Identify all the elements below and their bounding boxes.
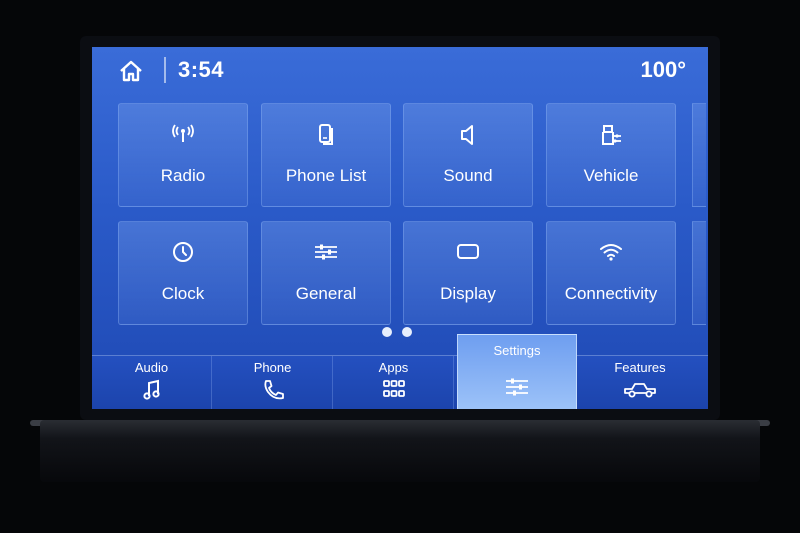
- speaker-icon: [453, 122, 483, 150]
- tile-label: Connectivity: [564, 284, 658, 303]
- nav-label: Apps: [378, 360, 409, 375]
- tile-label: Clock: [161, 284, 205, 303]
- tile-label: Sound: [443, 166, 493, 185]
- tile-general[interactable]: General: [261, 221, 391, 325]
- nav-label: Settings: [493, 343, 541, 358]
- nav-phone[interactable]: Phone: [213, 356, 333, 409]
- home-icon[interactable]: [118, 59, 144, 83]
- nav-label: Phone: [253, 360, 292, 375]
- nav-features[interactable]: Features: [580, 356, 700, 409]
- page-indicator: [380, 327, 420, 339]
- music-note-icon: [139, 378, 165, 402]
- tile-label: Display: [440, 284, 496, 303]
- page-dot[interactable]: [382, 327, 392, 337]
- status-divider: [164, 57, 166, 83]
- tile-display[interactable]: Display: [403, 221, 533, 325]
- page-dot[interactable]: [402, 327, 412, 337]
- tile-label: Vehicle: [583, 166, 639, 185]
- tile-radio[interactable]: Radio: [118, 103, 248, 207]
- nav-settings[interactable]: Settings: [457, 334, 577, 409]
- tile-connectivity[interactable]: Connectivity: [546, 221, 676, 325]
- phone-icon: [260, 378, 286, 402]
- wifi-icon: [596, 240, 626, 268]
- truck-icon: [623, 378, 657, 402]
- infotainment-screen: 3:54 100° Radio Phone List Sound Vehicle…: [92, 47, 708, 409]
- sliders-icon: [311, 240, 341, 268]
- tile-clock[interactable]: Clock: [118, 221, 248, 325]
- nav-label: Features: [614, 360, 666, 375]
- outside-temperature: 100°: [640, 57, 686, 82]
- clock-icon: [168, 240, 198, 268]
- clock-time: 3:54: [178, 57, 225, 82]
- bottom-nav-bar: Audio Phone Apps Settings Features: [92, 334, 708, 409]
- radio-antenna-icon: [168, 122, 198, 150]
- tile-partial-next[interactable]: [692, 103, 706, 207]
- tile-label: Radio: [160, 166, 206, 185]
- vehicle-settings-icon: [596, 122, 626, 150]
- tile-sound[interactable]: Sound: [403, 103, 533, 207]
- nav-apps[interactable]: Apps: [334, 356, 454, 409]
- tile-vehicle[interactable]: Vehicle: [546, 103, 676, 207]
- tile-label: Phone List: [285, 166, 367, 185]
- tile-phone-list[interactable]: Phone List: [261, 103, 391, 207]
- tile-partial-next[interactable]: [692, 221, 706, 325]
- dashboard-trim: [40, 420, 760, 482]
- phone-list-icon: [311, 122, 341, 150]
- display-icon: [453, 240, 483, 268]
- settings-sliders-icon: [504, 375, 530, 399]
- tile-label: General: [295, 284, 357, 303]
- nav-audio[interactable]: Audio: [92, 356, 212, 409]
- status-bar: 3:54 100°: [92, 47, 708, 93]
- nav-label: Audio: [134, 360, 169, 375]
- apps-grid-icon: [381, 378, 407, 402]
